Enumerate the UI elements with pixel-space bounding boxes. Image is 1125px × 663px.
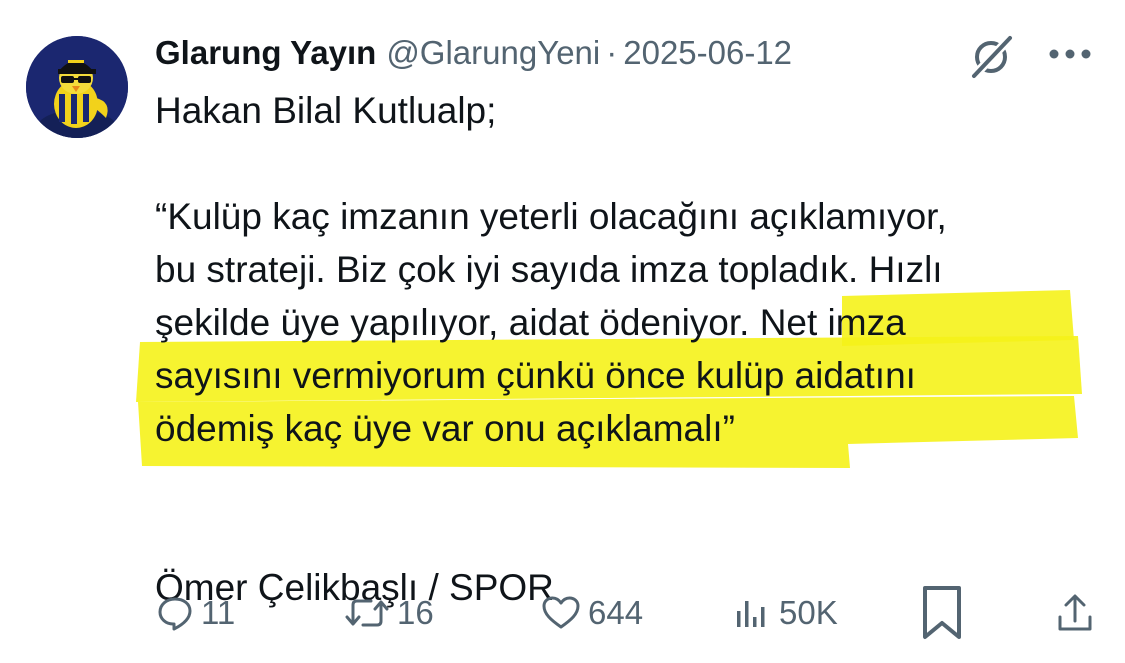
- reply-button[interactable]: 11: [155, 580, 235, 646]
- repost-icon: [345, 599, 389, 627]
- body-line: bu strateji. Biz çok iyi sayıda imza top…: [155, 249, 943, 290]
- like-count: 644: [588, 594, 644, 631]
- share-button[interactable]: [1055, 580, 1095, 646]
- body-line: “Kulüp kaç imzanın yeterli olacağını açı…: [155, 196, 947, 237]
- bookmark-icon: [923, 586, 961, 639]
- reply-icon: [158, 597, 192, 631]
- grok-icon[interactable]: [966, 30, 1018, 82]
- separator: ·: [606, 34, 618, 71]
- body-line: sayısını vermiyorum çünkü önce kulüp aid…: [155, 355, 916, 396]
- more-icon[interactable]: [1044, 36, 1096, 72]
- views-button[interactable]: 50K: [733, 580, 838, 646]
- body-line: ödemiş kaç üye var onu açıklamalı”: [155, 408, 735, 449]
- action-bar: 11 16 644 50K: [155, 580, 1105, 646]
- tweet-header: Glarung Yayın @GlarungYeni · 2025-06-12: [155, 31, 792, 75]
- heart-icon: [542, 596, 580, 629]
- bookmark-button[interactable]: [918, 580, 966, 646]
- author-name[interactable]: Glarung Yayın: [155, 34, 376, 72]
- analytics-icon: [737, 601, 765, 627]
- avatar[interactable]: [26, 36, 128, 138]
- like-button[interactable]: 644: [540, 580, 643, 646]
- avatar-canary-mascot-icon: [26, 36, 128, 138]
- reply-count: 11: [201, 594, 236, 631]
- tweet-date[interactable]: 2025-06-12: [623, 34, 792, 72]
- view-count: 50K: [779, 594, 838, 631]
- repost-count: 16: [397, 594, 434, 631]
- tweet-body: Hakan Bilal Kutlualp; “Kulüp kaç imzanın…: [155, 84, 1105, 614]
- author-handle[interactable]: @GlarungYeni: [386, 34, 600, 72]
- share-icon: [1058, 594, 1092, 631]
- repost-button[interactable]: 16: [343, 580, 434, 646]
- tweet-card[interactable]: Glarung Yayın @GlarungYeni · 2025-06-12 …: [0, 0, 1125, 663]
- body-line: şekilde üye yapılıyor, aidat ödeniyor. N…: [155, 302, 906, 343]
- body-line: Hakan Bilal Kutlualp;: [155, 90, 497, 131]
